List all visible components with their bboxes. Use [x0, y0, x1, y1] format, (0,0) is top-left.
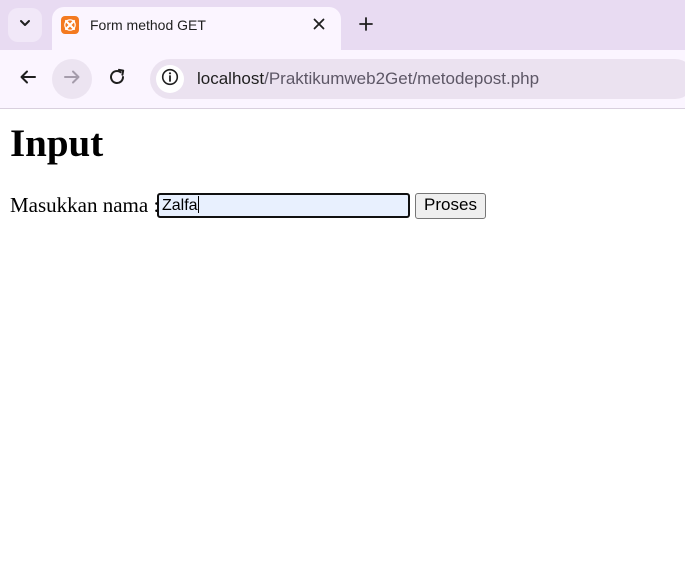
- page-content: Input Masukkan nama : Zalfa Proses: [0, 109, 685, 568]
- plus-icon: [359, 16, 373, 36]
- url-path: /Praktikumweb2Get/metodepost.php: [264, 69, 540, 88]
- back-button[interactable]: [8, 59, 48, 99]
- arrow-left-icon: [19, 68, 37, 91]
- close-icon: [313, 17, 325, 35]
- text-caret: [197, 196, 199, 213]
- forward-button[interactable]: [52, 59, 92, 99]
- new-tab-button[interactable]: [353, 13, 379, 39]
- site-info-button[interactable]: [156, 65, 184, 93]
- tab-search-button[interactable]: [8, 8, 42, 42]
- info-icon: [161, 68, 179, 91]
- url-text: localhost/Praktikumweb2Get/metodepost.ph…: [197, 69, 539, 89]
- tab-strip: Form method GET: [0, 0, 685, 50]
- name-label: Masukkan nama :: [10, 193, 160, 217]
- chevron-down-icon: [18, 16, 32, 35]
- name-input-value: Zalfa: [162, 197, 198, 214]
- xampp-icon: [61, 16, 79, 34]
- address-bar[interactable]: localhost/Praktikumweb2Get/metodepost.ph…: [150, 59, 685, 99]
- url-host: localhost: [197, 69, 265, 88]
- arrow-right-icon: [63, 68, 81, 91]
- close-tab-button[interactable]: [308, 15, 330, 37]
- name-input[interactable]: Zalfa: [157, 193, 410, 218]
- browser-toolbar: localhost/Praktikumweb2Get/metodepost.ph…: [0, 50, 685, 109]
- reload-button[interactable]: [97, 59, 137, 99]
- reload-icon: [108, 68, 126, 91]
- active-tab[interactable]: Form method GET: [52, 7, 341, 50]
- page-heading: Input: [10, 122, 104, 165]
- tab-title: Form method GET: [90, 17, 206, 33]
- submit-button[interactable]: Proses: [415, 193, 486, 219]
